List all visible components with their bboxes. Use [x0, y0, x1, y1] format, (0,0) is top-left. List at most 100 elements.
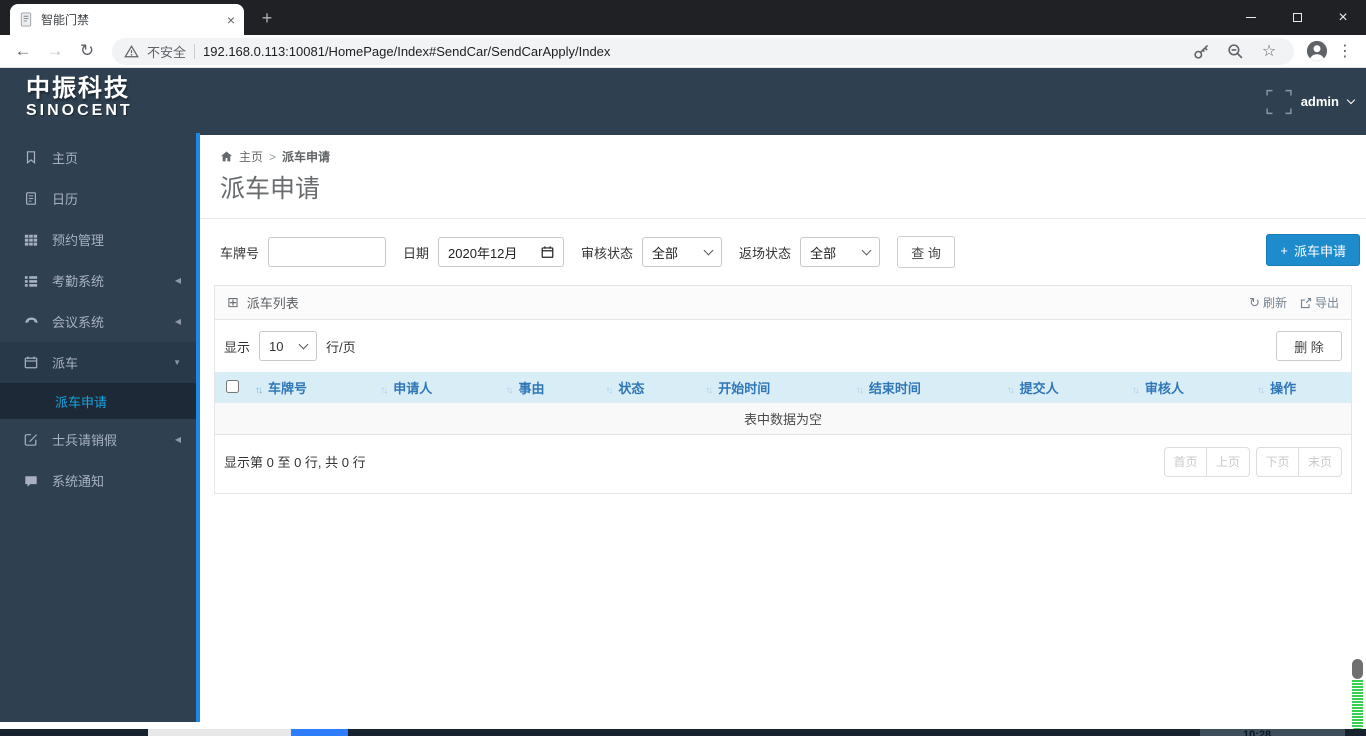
bookmark-icon [23, 150, 39, 165]
plate-label: 车牌号 [220, 245, 260, 261]
sort-icon[interactable]: ↑↓ [856, 385, 864, 396]
grid-icon [23, 233, 39, 247]
pagination-next-button[interactable]: 下页 [1256, 446, 1299, 477]
close-icon: × [1338, 8, 1348, 26]
panel-title: 派车列表 [246, 296, 299, 311]
bookmark-star-icon[interactable]: ☆ [1256, 38, 1282, 64]
sort-icon[interactable]: ↑↓ [380, 385, 388, 396]
url-text[interactable]: 192.168.0.113:10081/HomePage/Index#SendC… [203, 44, 1180, 59]
page-size-select[interactable]: 10 [259, 331, 318, 361]
window-maximize-button[interactable] [1274, 0, 1320, 35]
page-heading: 派车申请 [200, 165, 1366, 219]
select-all-checkbox[interactable] [225, 379, 239, 393]
sort-icon[interactable]: ↑↓ [1132, 385, 1140, 396]
sidebar-item-notifications[interactable]: 系统通知 [0, 460, 196, 501]
security-label[interactable]: 不安全 [147, 42, 186, 61]
column-header-submitter[interactable]: ↑↓ 提交人 [1000, 372, 1126, 403]
profile-avatar-icon[interactable] [1304, 38, 1330, 64]
collapsed-arrow-icon: ◀ [174, 317, 181, 326]
breadcrumb: 主页 > 派车申请 [200, 135, 1366, 165]
sort-icon[interactable]: ↑↓ [705, 385, 713, 396]
pagination-prev-button[interactable]: 上页 [1207, 446, 1250, 477]
window-minimize-button[interactable] [1228, 0, 1274, 35]
url-divider [194, 43, 196, 59]
taskbar-search-box[interactable] [148, 729, 291, 736]
windows-taskbar[interactable]: 10:28 [0, 729, 1366, 736]
browser-tab[interactable]: 智能门禁 × [10, 4, 244, 35]
breadcrumb-home[interactable]: 主页 [239, 148, 263, 165]
column-header-applicant[interactable]: ↑↓ 申请人 [374, 372, 500, 403]
table-header-row: ↑↓ 车牌号 ↑↓ 申请人 ↑↓ 事由 ↑↓ 状态 ↑↓ 开始时间 ↑↓ 结束时间 ↑↓ 提交… [215, 372, 1351, 403]
taskbar-clock: 10:28 [1243, 729, 1272, 736]
window-close-button[interactable]: × [1320, 0, 1366, 35]
filter-bar: 车牌号 日期 2020年12月 审核状态 全部 返场状态 全部 查 询 + 派车… [200, 219, 1366, 268]
sort-icon[interactable]: ↑↓ [605, 385, 613, 396]
chevron-down-icon [1346, 95, 1356, 105]
breadcrumb-separator: > [269, 149, 277, 164]
reload-button[interactable]: ↻ [72, 37, 102, 65]
chevron-down-icon [298, 339, 309, 350]
brand-name-en: SINOCENT [26, 102, 133, 120]
main-content: 主页 > 派车申请 派车申请 车牌号 日期 2020年12月 审核状态 全部 返… [200, 135, 1366, 722]
browser-titlebar: 智能门禁 × + × [0, 0, 1366, 35]
refresh-button[interactable]: ↻ 刷新 [1249, 294, 1287, 311]
taskbar-active-app[interactable] [291, 729, 348, 736]
collapsed-arrow-icon: ◀ [174, 435, 181, 444]
plate-number-input[interactable] [268, 237, 387, 267]
column-header-actions[interactable]: ↑↓ 操作 [1251, 372, 1351, 403]
page-scrollbar[interactable] [1352, 659, 1363, 729]
column-header-end-time[interactable]: ↑↓ 结束时间 [849, 372, 1001, 403]
review-status-label: 审核状态 [581, 245, 634, 261]
delete-button[interactable]: 删 除 [1276, 331, 1342, 361]
sort-icon[interactable]: ↑↓ [1257, 385, 1265, 396]
sidebar-item-reservation[interactable]: 预约管理 [0, 219, 196, 260]
column-header-start-time[interactable]: ↑↓ 开始时间 [699, 372, 850, 403]
search-button[interactable]: 查 询 [897, 236, 956, 268]
scrollbar-striped-track [1352, 680, 1363, 729]
sidebar-item-dispatch[interactable]: 派车 ▼ [0, 342, 196, 383]
dispatch-table: ↑↓ 车牌号 ↑↓ 申请人 ↑↓ 事由 ↑↓ 状态 ↑↓ 开始时间 ↑↓ 结束时间 ↑↓ 提交… [215, 372, 1351, 435]
scrollbar-thumb[interactable] [1352, 659, 1363, 679]
sidebar-item-attendance[interactable]: 考勤系统 ◀ [0, 260, 196, 301]
column-header-reason[interactable]: ↑↓ 事由 [499, 372, 600, 403]
page-title: 派车申请 [220, 175, 321, 203]
tab-close-icon[interactable]: × [227, 13, 235, 27]
table-toolbar: 显示 10 行/页 删 除 [215, 320, 1351, 372]
sort-icon[interactable]: ↑↓ [255, 385, 263, 396]
user-name: admin [1300, 94, 1339, 109]
date-month-input[interactable]: 2020年12月 [438, 237, 565, 267]
review-status-select[interactable]: 全部 [642, 237, 723, 267]
security-warning-icon [124, 44, 139, 59]
sidebar-item-home[interactable]: 主页 [0, 137, 196, 178]
back-button[interactable]: ← [8, 37, 38, 65]
browser-menu-icon[interactable]: ⋮ [1332, 38, 1358, 64]
pagination-last-button[interactable]: 末页 [1299, 446, 1342, 477]
date-label: 日期 [403, 245, 430, 261]
zoom-out-icon[interactable] [1222, 38, 1248, 64]
sidebar-item-calendar[interactable]: 日历 [0, 178, 196, 219]
pagination-first-button[interactable]: 首页 [1164, 446, 1207, 477]
return-status-select[interactable]: 全部 [800, 237, 881, 267]
user-menu[interactable]: admin [1266, 68, 1356, 135]
tab-title: 智能门禁 [41, 13, 90, 27]
column-header-plate[interactable]: ↑↓ 车牌号 [249, 372, 375, 403]
sidebar-subitem-dispatch-apply[interactable]: 派车申请 [0, 383, 196, 419]
taskbar-tray-area[interactable] [1200, 729, 1345, 736]
sort-icon[interactable]: ↑↓ [506, 385, 514, 396]
new-tab-button[interactable]: + [256, 7, 278, 29]
url-bar[interactable]: 不安全 192.168.0.113:10081/HomePage/Index#S… [112, 37, 1294, 65]
plus-icon: + [1280, 242, 1288, 258]
show-label: 显示 [224, 339, 251, 355]
export-button[interactable]: 导出 [1300, 294, 1339, 311]
column-header-status[interactable]: ↑↓ 状态 [599, 372, 700, 403]
sidebar-item-soldier-leave[interactable]: 士兵请销假 ◀ [0, 419, 196, 460]
sort-icon[interactable]: ↑↓ [1007, 385, 1015, 396]
table-footer: 显示第 0 至 0 行, 共 0 行 首页 上页 下页 末页 [215, 435, 1351, 493]
calendar-picker-icon[interactable] [541, 245, 554, 259]
dispatch-list-panel: ⊞ 派车列表 ↻ 刷新 导出 显示 10 行/页 删 除 ↑↓ 车牌号 ↑↓ 申… [214, 285, 1352, 494]
sidebar-item-meeting[interactable]: 会议系统 ◀ [0, 301, 196, 342]
add-dispatch-button[interactable]: + 派车申请 [1266, 234, 1360, 266]
column-header-reviewer[interactable]: ↑↓ 审核人 [1125, 372, 1252, 403]
password-key-icon[interactable] [1188, 38, 1214, 64]
row-count-summary: 显示第 0 至 0 行, 共 0 行 [224, 455, 366, 470]
